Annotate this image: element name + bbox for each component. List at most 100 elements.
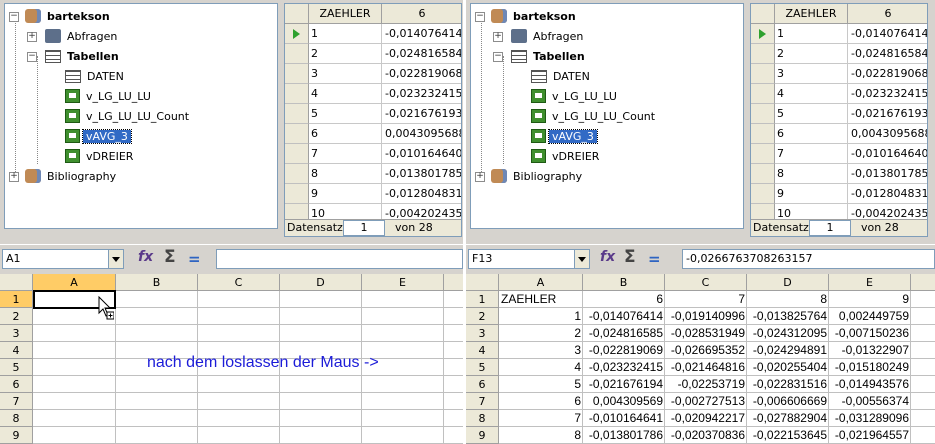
sheet-cell[interactable]: 5 xyxy=(499,376,583,393)
sheet-cell[interactable]: 6 xyxy=(499,393,583,410)
column-header[interactable]: A xyxy=(499,274,583,291)
column-header-partial[interactable] xyxy=(911,274,935,291)
row-header[interactable]: 6 xyxy=(466,376,499,393)
sheet-cell[interactable]: -0,013801786 xyxy=(583,427,665,444)
data-preview-grid[interactable]: ZAEHLER 6 1 -0,0140764141 2 -0,0248165849 3-… xyxy=(284,3,462,237)
sheet-cell[interactable] xyxy=(362,308,444,325)
function-wizard-icon[interactable]: fx xyxy=(138,249,153,265)
row-selector[interactable] xyxy=(751,64,775,84)
sheet-cell[interactable] xyxy=(362,427,444,444)
tree-node-tables[interactable]: − Tabellen xyxy=(493,48,588,66)
sheet-cell[interactable]: -0,022153645 xyxy=(747,427,829,444)
grid-cell-zaehler[interactable]: 2 xyxy=(309,44,382,64)
sheet-cell[interactable]: -0,028531949 xyxy=(665,325,747,342)
grid-row[interactable]: 2 -0,0248165849 xyxy=(285,44,461,64)
column-header[interactable]: E xyxy=(362,274,444,291)
tree-item-vavg-3[interactable]: vAVG_3 xyxy=(65,128,132,146)
formula-input[interactable]: -0,0266763708263157 xyxy=(682,249,935,269)
sheet-cell[interactable] xyxy=(911,325,935,342)
row-selector[interactable] xyxy=(751,124,775,144)
record-number-field[interactable]: 1 xyxy=(343,220,385,236)
sheet-cell[interactable] xyxy=(33,376,116,393)
sheet-cell[interactable] xyxy=(444,359,463,376)
sheet-cell[interactable] xyxy=(444,342,463,359)
row-selector[interactable] xyxy=(751,44,775,64)
sheet-cell[interactable] xyxy=(444,410,463,427)
sheet-cell[interactable] xyxy=(198,376,280,393)
row-header[interactable]: 5 xyxy=(0,359,33,376)
sheet-cell[interactable] xyxy=(280,325,362,342)
grid-cell-zaehler[interactable]: 3 xyxy=(775,64,848,84)
grid-cell-value[interactable]: -0,0216761935 xyxy=(848,104,927,124)
sheet-cell[interactable]: -0,031289096 xyxy=(829,410,911,427)
grid-cell-value[interactable]: -0,0140764141 xyxy=(848,24,927,44)
grid-cell-value[interactable]: -0,0228190688 xyxy=(382,64,461,84)
row-selector[interactable] xyxy=(751,24,775,44)
grid-cell-zaehler[interactable]: 9 xyxy=(309,184,382,204)
grid-cell-value[interactable]: -0,0232324154 xyxy=(848,84,927,104)
sheet-cell[interactable]: -0,026695352 xyxy=(665,342,747,359)
sheet-cell[interactable]: 8 xyxy=(499,427,583,444)
grid-cell-zaehler[interactable]: 8 xyxy=(775,164,848,184)
sheet-cell[interactable]: -0,007150236 xyxy=(829,325,911,342)
grid-row[interactable]: 3 -0,0228190688 xyxy=(285,64,461,84)
row-selector[interactable] xyxy=(285,44,309,64)
grid-cell-value[interactable]: -0,0128048318 xyxy=(848,184,927,204)
sheet-cell[interactable] xyxy=(116,410,198,427)
tree-node-bibliography[interactable]: + Bibliography xyxy=(475,168,585,186)
sheet-cell[interactable] xyxy=(198,308,280,325)
row-selector[interactable] xyxy=(751,164,775,184)
tree-item-vavg-3[interactable]: vAVG_3 xyxy=(531,128,598,146)
sheet-cell[interactable] xyxy=(116,376,198,393)
sheet-cell[interactable] xyxy=(362,393,444,410)
grid-cell-zaehler[interactable]: 6 xyxy=(775,124,848,144)
sheet-cell[interactable] xyxy=(444,427,463,444)
tree-node-bibliography[interactable]: + Bibliography xyxy=(9,168,119,186)
column-header[interactable]: C xyxy=(198,274,280,291)
grid-row[interactable]: 1 -0,0140764141 xyxy=(285,24,461,44)
row-selector[interactable] xyxy=(285,124,309,144)
grid-cell-value[interactable]: -0,0101646408 xyxy=(848,144,927,164)
sheet-cell[interactable] xyxy=(280,308,362,325)
sheet-cell[interactable]: -0,020255404 xyxy=(747,359,829,376)
name-box[interactable]: F13 xyxy=(468,249,590,269)
data-preview-grid[interactable]: ZAEHLER 6 1 -0,0140764141 2 -0,0248165849 3-… xyxy=(750,3,928,237)
grid-cell-value[interactable]: -0,0138017857 xyxy=(382,164,461,184)
grid-row[interactable]: 9 -0,0128048318 xyxy=(285,184,461,204)
sheet-cell[interactable] xyxy=(911,342,935,359)
tree-item-vdreier[interactable]: vDREIER xyxy=(65,148,136,166)
sheet-cell[interactable]: -0,024816585 xyxy=(583,325,665,342)
grid-row[interactable]: 5 -0,0216761935 xyxy=(285,104,461,124)
sheet-cell[interactable] xyxy=(33,427,116,444)
right-spreadsheet[interactable]: A B C D E 1 ZAEHLER 6 7 8 9 2 1 -0,014076414 -0,019140… xyxy=(466,274,935,444)
row-header[interactable]: 2 xyxy=(466,308,499,325)
grid-cell-zaehler[interactable]: 5 xyxy=(309,104,382,124)
sheet-corner[interactable] xyxy=(466,274,499,291)
sheet-cell[interactable]: -0,006606669 xyxy=(747,393,829,410)
sheet-cell[interactable]: -0,022819069 xyxy=(583,342,665,359)
sheet-cell[interactable] xyxy=(116,291,198,308)
tree-item-v-lg-lu-lu-count[interactable]: v_LG_LU_LU_Count xyxy=(65,108,192,126)
sheet-cell[interactable] xyxy=(444,393,463,410)
tree-item-daten[interactable]: DATEN xyxy=(531,68,593,86)
sheet-cell[interactable]: -0,010164641 xyxy=(583,410,665,427)
sheet-cell[interactable] xyxy=(444,325,463,342)
sheet-cell[interactable]: -0,015180249 xyxy=(829,359,911,376)
sheet-cell[interactable]: -0,022831516 xyxy=(747,376,829,393)
grid-cell-zaehler[interactable]: 1 xyxy=(775,24,848,44)
column-header[interactable]: D xyxy=(280,274,362,291)
name-box[interactable]: A1 xyxy=(2,249,124,269)
sheet-cell[interactable] xyxy=(280,291,362,308)
grid-cell-value[interactable]: -0,0248165849 xyxy=(382,44,461,64)
tree-item-vdreier[interactable]: vDREIER xyxy=(531,148,602,166)
formula-icon[interactable]: = xyxy=(648,250,661,268)
sheet-cell[interactable]: 8 xyxy=(747,291,829,308)
sheet-cell[interactable]: -0,024312095 xyxy=(747,325,829,342)
grid-row[interactable]: 9 -0,0128048318 xyxy=(751,184,927,204)
grid-cell-zaehler[interactable]: 6 xyxy=(309,124,382,144)
grid-row[interactable]: 1 -0,0140764141 xyxy=(751,24,927,44)
grid-cell-value[interactable]: -0,0232324154 xyxy=(382,84,461,104)
sheet-cell[interactable]: -0,00556374 xyxy=(829,393,911,410)
row-selector[interactable] xyxy=(285,24,309,44)
grid-header-6[interactable]: 6 xyxy=(382,4,461,24)
